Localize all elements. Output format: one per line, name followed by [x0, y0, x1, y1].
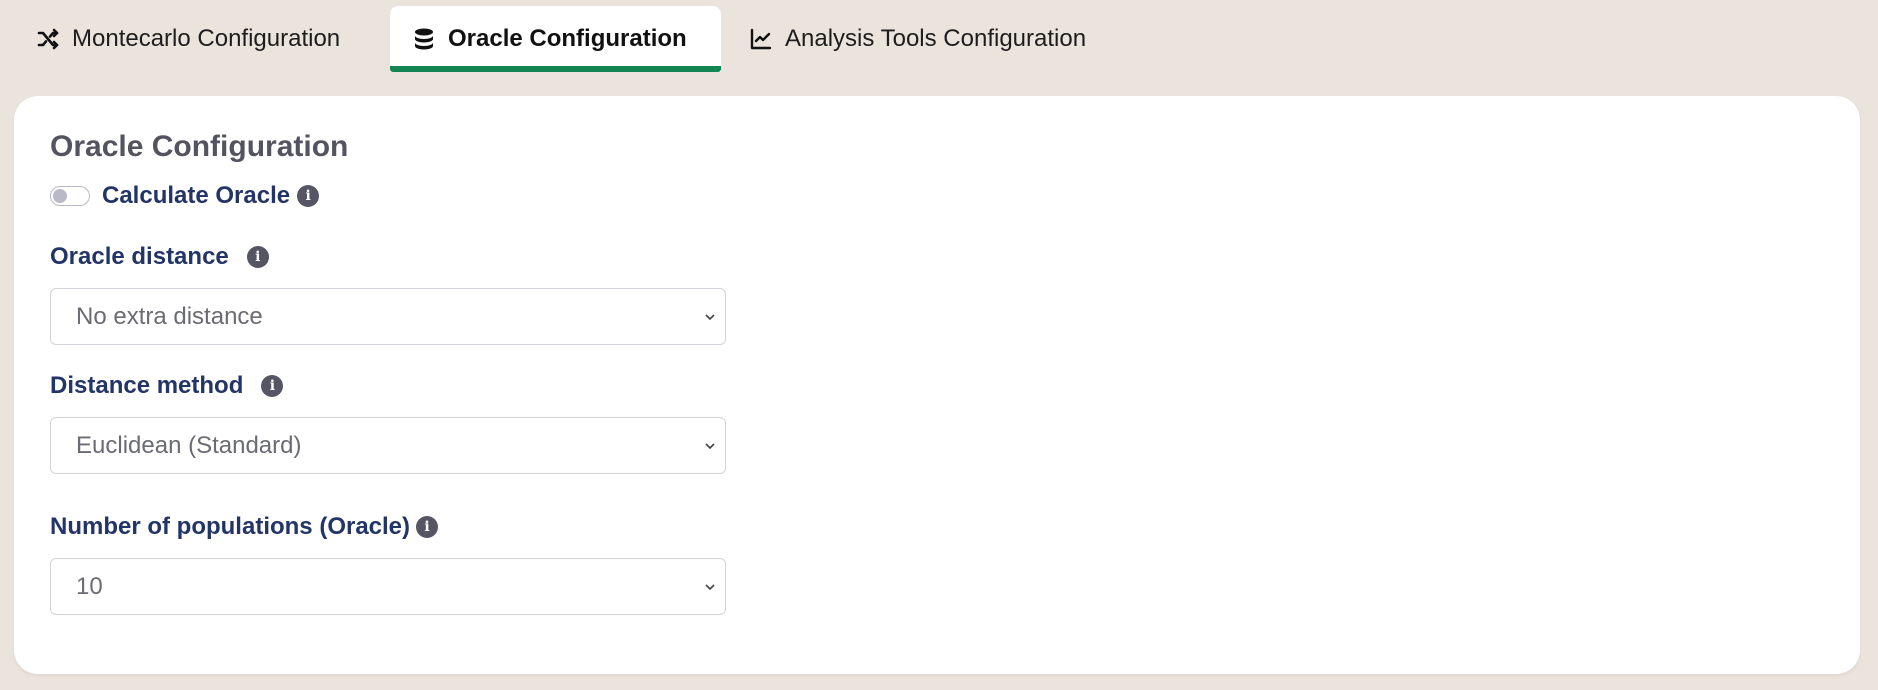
select-value: No extra distance	[76, 302, 263, 330]
chevron-down-icon	[705, 313, 715, 320]
info-circle-icon[interactable]: i	[261, 375, 284, 397]
tab-bar: Montecarlo Configuration Oracle Configur…	[14, 6, 1108, 72]
toggle-knob	[53, 189, 67, 203]
shuffle-icon	[37, 28, 59, 50]
distance-method-field-label: Distance method i	[50, 372, 284, 400]
oracle-distance-field-label: Oracle distance i	[50, 243, 269, 271]
tab-analysis-tools-configuration[interactable]: Analysis Tools Configuration	[721, 6, 1108, 72]
select-value: Euclidean (Standard)	[76, 431, 302, 459]
calculate-oracle-row: Calculate Oracle i	[50, 182, 320, 210]
card-title: Oracle Configuration	[50, 130, 349, 163]
tab-label: Montecarlo Configuration	[72, 25, 341, 52]
tab-montecarlo-configuration[interactable]: Montecarlo Configuration	[14, 6, 390, 72]
calculate-oracle-toggle[interactable]	[50, 186, 90, 206]
tab-label: Analysis Tools Configuration	[785, 25, 1087, 52]
database-icon	[415, 28, 433, 50]
info-circle-icon[interactable]: i	[297, 185, 320, 207]
tab-label: Oracle Configuration	[448, 25, 687, 52]
chevron-down-icon	[705, 583, 715, 590]
chevron-down-icon	[705, 442, 715, 449]
distance-method-label: Distance method	[50, 372, 244, 399]
oracle-distance-select[interactable]: No extra distance	[50, 288, 726, 345]
oracle-configuration-card: Oracle Configuration Calculate Oracle i …	[14, 96, 1860, 674]
num-populations-field-label: Number of populations (Oracle) i	[50, 513, 439, 541]
info-circle-icon[interactable]: i	[246, 246, 269, 268]
info-circle-icon[interactable]: i	[416, 516, 439, 538]
distance-method-select[interactable]: Euclidean (Standard)	[50, 417, 726, 474]
tab-oracle-configuration[interactable]: Oracle Configuration	[390, 6, 721, 72]
select-value: 10	[76, 572, 103, 600]
oracle-distance-label: Oracle distance	[50, 243, 229, 270]
num-populations-select[interactable]: 10	[50, 558, 726, 615]
num-populations-label: Number of populations (Oracle)	[50, 513, 411, 540]
calculate-oracle-label: Calculate Oracle	[102, 182, 291, 209]
chart-line-icon	[750, 28, 772, 50]
